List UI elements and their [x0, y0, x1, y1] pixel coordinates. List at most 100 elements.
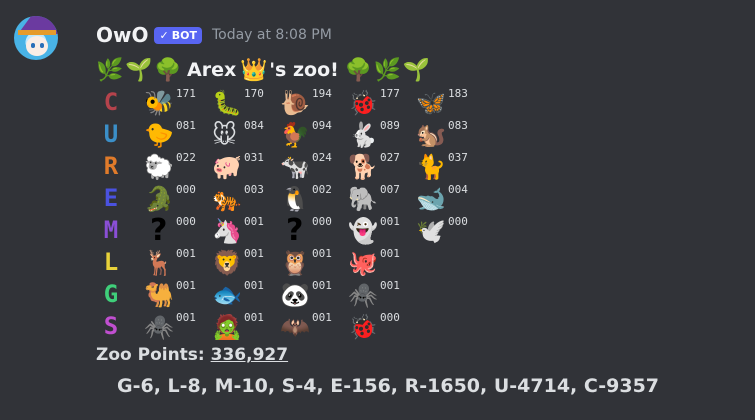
animal-icon: 🐿️: [416, 121, 446, 149]
animal-cell: 🐇 089: [348, 119, 414, 149]
avatar-eye: [31, 43, 35, 48]
animal-cell: 🐘 007: [348, 183, 414, 213]
plant-icon: 🌱: [125, 57, 153, 83]
bot-badge-label: BOT: [171, 28, 197, 42]
animal-count: 083: [448, 119, 468, 132]
zoo-grid: C 🐝 171 🐛 170 🐌 194 🐞 177 🦋 183 U 🐤 081 🐭 084 🐓 094 🐇 089 🐿️…: [96, 86, 468, 342]
animal-icon: 🐖: [212, 153, 242, 181]
animal-icon: ?: [150, 213, 168, 248]
animal-cell: 🦄 001: [212, 215, 278, 245]
zoo-points-value: 336,927: [210, 345, 289, 365]
zoo-row: S 🕷️ 001 🧟 001 🦇 001 🐞 000: [96, 310, 400, 342]
animal-cell: 🐕 027: [348, 151, 414, 181]
animal-icon: 🐈: [416, 153, 446, 181]
crown-icon: 👑: [240, 57, 268, 83]
animal-count: 001: [176, 311, 196, 324]
animal-icon: 🐙: [348, 249, 378, 277]
animal-cell: 🐫 001: [144, 279, 210, 309]
animal-count: 001: [312, 247, 332, 260]
animal-count: 094: [312, 119, 332, 132]
animal-cell: 🐓 094: [280, 119, 346, 149]
animal-count: 001: [312, 311, 332, 324]
animal-icon: 🐋: [416, 185, 446, 213]
animal-cell: 👻 001: [348, 215, 414, 245]
animal-icon: 🐓: [280, 121, 310, 149]
animal-icon: 🐟: [212, 281, 242, 309]
rank-icon: E: [103, 184, 119, 212]
animal-cell: 🦌 001: [144, 247, 210, 277]
animal-count: 177: [380, 87, 400, 100]
animal-icon: 🕊️: [416, 217, 446, 245]
animal-count: 031: [244, 151, 264, 164]
message-header: OwO ✓ BOT Today at 8:08 PM: [96, 21, 332, 49]
avatar-face: [26, 36, 48, 56]
zoo-title: 🌿 🌱 🌳 Arex 👑's zoo! 🌳 🌿 🌱: [96, 56, 430, 84]
animal-icon: 🕷️: [144, 313, 174, 341]
animal-icon: 🐝: [144, 89, 174, 117]
animal-cell: 🐋 004: [416, 183, 482, 213]
animal-count: 001: [380, 215, 400, 228]
animal-cell: 🐧 002: [280, 183, 346, 213]
animal-cell: 🐈 037: [416, 151, 482, 181]
animal-count: 001: [244, 279, 264, 292]
animal-icon: 🧟: [212, 313, 242, 341]
animal-icon: 🐫: [144, 281, 174, 309]
animal-cell: 🐝 171: [144, 87, 210, 117]
animal-cell: 🧟 001: [212, 311, 278, 341]
animal-cell: 🦋 183: [416, 87, 482, 117]
animal-count: 024: [312, 151, 332, 164]
animal-icon: 🐊: [144, 185, 174, 213]
username[interactable]: OwO: [96, 23, 148, 47]
animal-count: 000: [448, 215, 468, 228]
animal-count: 001: [312, 279, 332, 292]
animal-icon: 🦄: [212, 217, 242, 245]
zoo-row: U 🐤 081 🐭 084 🐓 094 🐇 089 🐿️ 083: [96, 118, 468, 150]
animal-count: 007: [380, 183, 400, 196]
animal-cell: ? 000: [280, 213, 346, 248]
animal-count: 027: [380, 151, 400, 164]
rank-icon: G: [103, 280, 119, 308]
animal-icon: 🦋: [416, 89, 446, 117]
animal-cell: 🕷️ 001: [144, 311, 210, 341]
avatar-hat-band: [18, 30, 56, 35]
zoo-row: C 🐝 171 🐛 170 🐌 194 🐞 177 🦋 183: [96, 86, 468, 118]
animal-count: 001: [244, 215, 264, 228]
animal-count: 001: [244, 247, 264, 260]
animal-count: 183: [448, 87, 468, 100]
verified-check-icon: ✓: [159, 28, 169, 42]
plant-icon: 🌳: [344, 57, 373, 83]
animal-icon: 🐑: [144, 153, 174, 181]
animal-icon: 👻: [348, 217, 378, 245]
avatar-eye: [40, 43, 44, 48]
animal-icon: 🐼: [280, 281, 310, 309]
timestamp[interactable]: Today at 8:08 PM: [212, 27, 332, 43]
animal-icon: 🐄: [280, 153, 310, 181]
animal-cell: 🐄 024: [280, 151, 346, 181]
bot-avatar[interactable]: [14, 16, 58, 60]
plant-icon: 🌱: [402, 57, 431, 83]
animal-count: 000: [380, 311, 400, 324]
animal-cell: 🐑 022: [144, 151, 210, 181]
animal-cell: 🐼 001: [280, 279, 346, 309]
animal-count: 171: [176, 87, 196, 100]
animal-cell: 🐊 000: [144, 183, 210, 213]
animal-count: 001: [380, 247, 400, 260]
zoo-title-suffix: 's zoo!: [269, 59, 339, 81]
rank-icon: U: [103, 120, 119, 148]
animal-icon: 🐘: [348, 185, 378, 213]
animal-icon: ?: [286, 213, 304, 248]
animal-icon: 🐤: [144, 121, 174, 149]
animal-count: 081: [176, 119, 196, 132]
animal-count: 003: [244, 183, 264, 196]
rank-icon: R: [103, 152, 119, 180]
animal-icon: 🐌: [280, 89, 310, 117]
animal-count: 002: [312, 183, 332, 196]
animal-icon: 🐅: [212, 185, 242, 213]
animal-count: 170: [244, 87, 264, 100]
animal-cell: 🐖 031: [212, 151, 278, 181]
animal-cell: 🐞 000: [348, 311, 414, 341]
animal-count: 000: [176, 215, 196, 228]
animal-icon: 🕷️: [348, 281, 378, 309]
animal-count: 001: [380, 279, 400, 292]
animal-cell: 🐅 003: [212, 183, 278, 213]
